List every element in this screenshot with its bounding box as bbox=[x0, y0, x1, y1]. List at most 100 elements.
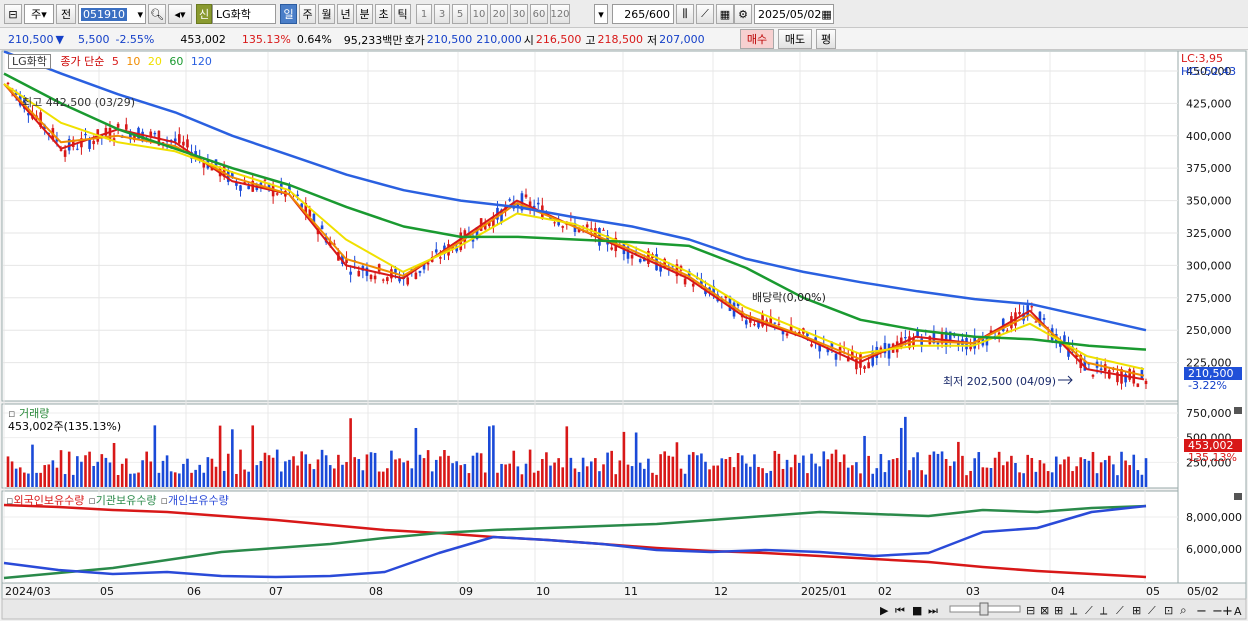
ma-legend-60[interactable]: 60 bbox=[166, 55, 183, 68]
tool-icon-6[interactable]: ⟂ bbox=[1100, 604, 1108, 617]
volume-bar bbox=[920, 470, 923, 487]
volume-bar bbox=[1030, 457, 1034, 487]
period-4-button[interactable]: 분 bbox=[356, 4, 373, 24]
chevron-down-icon[interactable]: ▾ bbox=[137, 8, 143, 21]
count-10-button[interactable]: 10 bbox=[470, 4, 488, 24]
volume-bar bbox=[863, 435, 866, 487]
volume-bar bbox=[667, 455, 671, 487]
count-5-button[interactable]: 5 bbox=[452, 4, 468, 24]
volume-bar bbox=[777, 453, 781, 487]
volume-bar bbox=[112, 442, 116, 487]
view-total: /600 bbox=[645, 7, 670, 21]
price-tick-label: 300,000 bbox=[1186, 259, 1232, 272]
volume-bar bbox=[402, 462, 405, 487]
ma-legend-5[interactable]: 5 bbox=[112, 55, 119, 68]
x-tick-label: 10 bbox=[536, 585, 550, 598]
buy-button[interactable]: 매수 bbox=[740, 29, 774, 49]
volume-bar bbox=[27, 473, 30, 487]
window-icon[interactable]: ⊟ bbox=[4, 4, 22, 24]
line-tool-icon[interactable]: ⟋ bbox=[696, 4, 714, 24]
tool-icon-3[interactable]: ⊞ bbox=[1054, 604, 1063, 617]
rewind-icon[interactable]: ⏮ bbox=[895, 604, 905, 617]
tool-icon-2[interactable]: ⊠ bbox=[1040, 604, 1049, 617]
ownership-legend-2[interactable]: 개인보유수량 bbox=[168, 494, 229, 507]
volume-bar bbox=[153, 425, 157, 487]
tool-icon-7[interactable]: ⟋ bbox=[1116, 604, 1124, 617]
stock-name-field[interactable]: LG화학 bbox=[212, 4, 276, 24]
tool-icon[interactable]: ⊟ bbox=[1026, 604, 1035, 617]
gear-icon[interactable]: ⚙ bbox=[734, 4, 752, 24]
volume-bar bbox=[532, 472, 536, 487]
count-20-button[interactable]: 20 bbox=[490, 4, 508, 24]
tool-icon-4[interactable]: ⟂ bbox=[1070, 604, 1078, 617]
candle-body bbox=[1128, 368, 1131, 380]
scroll-thumb[interactable] bbox=[979, 602, 989, 616]
speaker-icon[interactable]: ◂▾ bbox=[168, 4, 192, 24]
indicator-icon[interactable]: ▦ bbox=[716, 4, 734, 24]
period-3-button[interactable]: 년 bbox=[337, 4, 354, 24]
ma-legend-120[interactable]: 120 bbox=[187, 55, 212, 68]
volume-bar bbox=[145, 451, 148, 487]
search-icon[interactable]: 🔍︎ bbox=[148, 4, 166, 24]
ownership-legend-0[interactable]: 외국인보유수량 bbox=[13, 494, 84, 507]
volume-bar bbox=[76, 456, 79, 487]
play-icon[interactable]: ▶ bbox=[880, 604, 889, 617]
count-30-button[interactable]: 30 bbox=[510, 4, 528, 24]
stop-icon[interactable]: ■ bbox=[912, 604, 922, 617]
candle-body bbox=[263, 179, 267, 181]
period-0-button[interactable]: 일 bbox=[280, 4, 297, 24]
volume-bar bbox=[1054, 456, 1058, 487]
ownership-panel-close-icon[interactable] bbox=[1234, 493, 1242, 500]
candle-body bbox=[6, 82, 10, 85]
font-icon[interactable]: A bbox=[1234, 605, 1242, 618]
period-select[interactable]: 주 ▾ bbox=[24, 4, 54, 24]
prev-button[interactable]: 전 bbox=[56, 4, 76, 24]
tool-icon-9[interactable]: ⟋ bbox=[1148, 604, 1156, 617]
volume-bar bbox=[1136, 470, 1140, 487]
ma-legend-20[interactable]: 20 bbox=[144, 55, 162, 68]
candle-body bbox=[561, 226, 565, 228]
tool-icon-8[interactable]: ⊞ bbox=[1132, 604, 1141, 617]
candle-body bbox=[753, 324, 756, 326]
zoom-in-icon[interactable]: + bbox=[1222, 604, 1233, 619]
price-chart[interactable]: 450,000425,000400,000375,000350,000325,0… bbox=[0, 50, 1248, 621]
volume-bar bbox=[186, 458, 189, 487]
zoom-icon[interactable]: ⌕ bbox=[1180, 603, 1187, 617]
count-dropdown[interactable]: ▾ bbox=[594, 4, 608, 24]
period-2-button[interactable]: 월 bbox=[318, 4, 335, 24]
count-120-button[interactable]: 120 bbox=[550, 4, 570, 24]
candle-icon[interactable]: ⫼ bbox=[676, 4, 694, 24]
period-6-button[interactable]: 틱 bbox=[394, 4, 411, 24]
low-label: 저 bbox=[647, 33, 658, 47]
stock-legend[interactable]: LG화학 bbox=[8, 54, 51, 69]
volume-bar bbox=[210, 458, 214, 487]
view-count-field[interactable]: 265/600 bbox=[612, 4, 674, 24]
candle-body bbox=[1034, 321, 1038, 323]
volume-bar bbox=[18, 467, 22, 487]
eval-button[interactable]: 평 bbox=[816, 29, 836, 49]
ownership-legend-1[interactable]: 기관보유수량 bbox=[96, 494, 157, 507]
tool-icon-10[interactable]: ⊡ bbox=[1164, 604, 1173, 617]
volume-bar bbox=[561, 467, 565, 487]
date-field[interactable]: 2025/05/02 ▦ bbox=[754, 4, 834, 24]
zoom-out-icon[interactable]: − bbox=[1196, 604, 1207, 619]
count-60-button[interactable]: 60 bbox=[530, 4, 548, 24]
sell-button[interactable]: 매도 bbox=[778, 29, 812, 49]
volume-bar bbox=[198, 464, 202, 487]
candle-body bbox=[182, 141, 185, 146]
volume-bar bbox=[67, 451, 71, 487]
period-1-button[interactable]: 주 bbox=[299, 4, 316, 24]
calendar-icon[interactable]: ▦ bbox=[821, 8, 831, 21]
tool-icon-5[interactable]: ⟋ bbox=[1085, 604, 1093, 617]
count-1-button[interactable]: 1 bbox=[416, 4, 432, 24]
volume-panel-close-icon[interactable] bbox=[1234, 407, 1242, 414]
forward-icon[interactable]: ⏭ bbox=[928, 604, 938, 617]
code-input[interactable]: 051910 ▾ bbox=[78, 4, 146, 24]
candle-body bbox=[88, 139, 91, 149]
ma-legend-10[interactable]: 10 bbox=[123, 55, 140, 68]
candle-body bbox=[810, 344, 813, 347]
volume-bar bbox=[614, 474, 618, 487]
count-3-button[interactable]: 3 bbox=[434, 4, 450, 24]
candle-body bbox=[357, 270, 361, 277]
period-5-button[interactable]: 초 bbox=[375, 4, 392, 24]
